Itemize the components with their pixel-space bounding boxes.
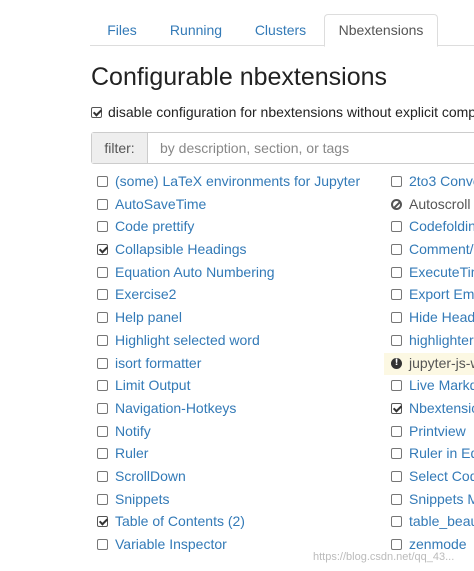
extension-name[interactable]: Snippets M [409, 491, 474, 507]
extension-name[interactable]: Codefolding [409, 218, 474, 234]
extension-item[interactable]: Codefolding [391, 216, 474, 239]
extension-item[interactable]: Live Markd [391, 375, 474, 398]
extension-name[interactable]: Live Markd [409, 377, 474, 393]
extension-checkbox[interactable] [97, 334, 108, 346]
extension-checkbox[interactable] [97, 448, 108, 460]
extension-name[interactable]: Snippets [115, 491, 169, 507]
extension-name[interactable]: ScrollDown [115, 468, 186, 484]
extension-name[interactable]: Hide Heade [409, 309, 474, 325]
tab-bar: Files Running Clusters Nbextensions [0, 0, 474, 47]
extension-checkbox[interactable] [97, 402, 108, 414]
extension-checkbox[interactable] [391, 448, 402, 460]
extension-checkbox[interactable] [391, 221, 402, 233]
extension-name[interactable]: Export Emb [409, 286, 474, 302]
extension-checkbox[interactable] [391, 516, 402, 528]
extension-checkbox[interactable] [391, 312, 402, 324]
extension-name[interactable]: table_beau [409, 513, 474, 529]
extension-checkbox[interactable] [97, 357, 108, 369]
filter-label: filter: [92, 133, 148, 163]
disable-config-checkbox[interactable] [91, 107, 102, 118]
extension-checkbox[interactable] [97, 176, 108, 187]
extension-checkbox[interactable] [391, 380, 402, 392]
extension-name[interactable]: Navigation-Hotkeys [115, 400, 236, 416]
extension-name[interactable]: Autoscroll [409, 196, 470, 212]
extension-name[interactable]: Help panel [115, 309, 182, 325]
extension-name[interactable]: ExecuteTim [409, 264, 474, 280]
extension-checkbox[interactable] [391, 425, 402, 437]
filter-group: filter: [91, 132, 474, 164]
extension-item[interactable]: table_beau [391, 511, 474, 534]
extension-list-right: 2to3 Conve Autoscroll Codefolding Comment/U… [384, 171, 474, 557]
extension-item[interactable]: Select Cod [391, 466, 474, 489]
extension-name[interactable]: Nbextensic [409, 400, 474, 416]
extension-name[interactable]: Collapsible Headings [115, 241, 247, 257]
extension-checkbox[interactable] [97, 312, 108, 324]
extension-checkbox[interactable] [391, 334, 402, 346]
extension-item[interactable]: ! jupyter-js-w [384, 352, 474, 376]
extension-item[interactable]: Printview [391, 421, 474, 444]
extension-checkbox[interactable] [97, 380, 108, 392]
extension-name[interactable]: Ruler in Ed [409, 445, 474, 461]
extension-name[interactable]: isort formatter [115, 355, 201, 371]
extension-checkbox[interactable] [391, 266, 402, 278]
watermark: https://blog.csdn.net/qq_43... [313, 551, 455, 563]
extension-item[interactable]: Autoscroll [391, 194, 474, 217]
extension-checkbox[interactable] [97, 516, 108, 528]
extension-name[interactable]: zenmode [409, 536, 467, 552]
tab-clusters[interactable]: Clusters [244, 15, 317, 45]
extension-name[interactable]: Variable Inspector [115, 536, 227, 552]
extension-checkbox[interactable] [391, 539, 402, 550]
extension-item[interactable]: Hide Heade [391, 307, 474, 330]
extension-name[interactable]: Ruler [115, 445, 148, 461]
extension-name[interactable]: AutoSaveTime [115, 196, 206, 212]
tab-nbextensions[interactable]: Nbextensions [324, 14, 438, 47]
extension-name[interactable]: Select Cod [409, 468, 474, 484]
extension-checkbox[interactable] [97, 198, 108, 210]
extension-checkbox[interactable] [391, 289, 402, 301]
extension-item[interactable]: 2to3 Conve [391, 171, 474, 194]
ban-icon [391, 198, 402, 210]
extension-checkbox[interactable] [97, 470, 108, 482]
extension-name[interactable]: Highlight selected word [115, 332, 260, 348]
extension-checkbox[interactable] [391, 176, 402, 187]
extension-item[interactable]: ExecuteTim [391, 262, 474, 285]
extension-item[interactable]: Snippets M [391, 489, 474, 512]
extension-name[interactable]: Exercise2 [115, 286, 176, 302]
tab-files[interactable]: Files [94, 15, 150, 45]
extension-checkbox[interactable] [97, 539, 108, 550]
extension-name[interactable]: Comment/U [409, 241, 474, 257]
extension-checkbox[interactable] [391, 244, 402, 256]
extension-name[interactable]: Code prettify [115, 218, 194, 234]
extension-checkbox[interactable] [97, 493, 108, 505]
tab-running[interactable]: Running [161, 15, 231, 45]
warning-icon: ! [391, 357, 402, 369]
extension-item[interactable]: Export Emb [391, 284, 474, 307]
extension-item[interactable]: Nbextensic [391, 398, 474, 421]
extension-name[interactable]: Notify [115, 423, 151, 439]
extension-checkbox[interactable] [97, 221, 108, 233]
extension-checkbox[interactable] [391, 470, 402, 482]
extension-name[interactable]: Equation Auto Numbering [115, 264, 275, 280]
extension-checkbox[interactable] [391, 493, 402, 505]
extension-name[interactable]: 2to3 Conve [409, 173, 474, 189]
extension-checkbox[interactable] [97, 244, 108, 256]
disable-config-label: disable configuration for nbextensions w… [108, 104, 474, 120]
extension-checkbox[interactable] [97, 425, 108, 437]
filter-input[interactable] [148, 133, 474, 163]
extension-checkbox[interactable] [391, 402, 402, 414]
extension-name[interactable]: jupyter-js-w [409, 355, 474, 371]
extension-item[interactable]: Ruler in Ed [391, 443, 474, 466]
extension-checkbox[interactable] [97, 289, 108, 301]
extension-name[interactable]: Table of Contents (2) [115, 513, 245, 529]
extension-name[interactable]: Printview [409, 423, 466, 439]
extension-item[interactable]: highlighter [391, 330, 474, 353]
extension-name[interactable]: highlighter [409, 332, 474, 348]
extension-name[interactable]: Limit Output [115, 377, 190, 393]
extension-item[interactable]: Comment/U [391, 239, 474, 262]
extension-checkbox[interactable] [97, 266, 108, 278]
page-title: Configurable nbextensions [91, 63, 388, 91]
extension-name[interactable]: (some) LaTeX environments for Jupyter [115, 173, 360, 189]
